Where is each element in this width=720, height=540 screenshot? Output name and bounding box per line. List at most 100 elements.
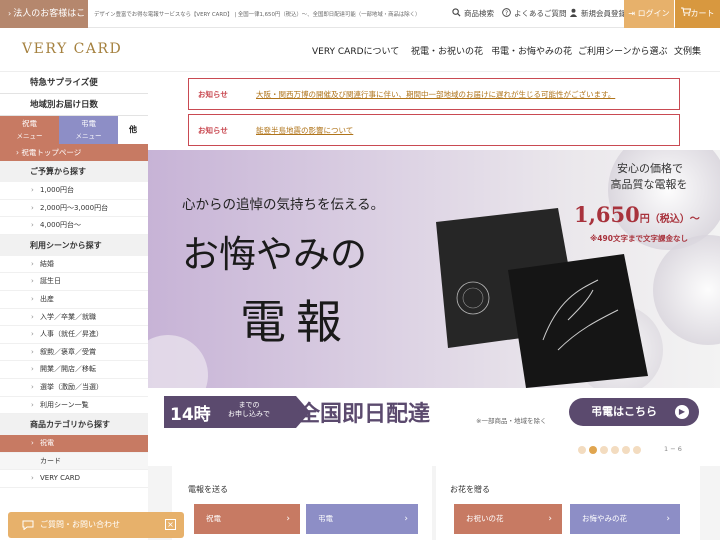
hero-title-line1: お悔やみの (182, 233, 367, 276)
register-link[interactable]: 新規会員登録 (569, 0, 626, 28)
sidebar-top-link[interactable]: › 祝電トップページ (0, 144, 148, 161)
tab-celebration[interactable]: 祝電 メニュー (0, 116, 59, 144)
site-header: VERY CARD VERY CARDについて 祝電・お祝いの花 弔電・お悔やみ… (0, 28, 720, 72)
chevron-right-icon: › (8, 9, 12, 18)
search-link-label: 商品検索 (464, 9, 494, 18)
banner-note: ※一部商品・地域を除く (476, 417, 547, 425)
send-flowers-heading: お花を贈る (450, 485, 490, 494)
sidebar-item-birthday[interactable]: 誕生日 (0, 273, 148, 291)
sidebar: 特急サプライズ便 地域別お届け日数 祝電 メニュー 弔電 メニュー 他 › 祝電トッ… (0, 72, 148, 540)
login-icon: ⇥ (628, 9, 638, 18)
hero-price-lead2: 高品質な電報を (610, 178, 688, 191)
faq-link-label: よくあるご質問 (514, 9, 567, 18)
carousel-dot[interactable] (600, 446, 608, 454)
top-bar: › 法人のお客様はこちら デザイン豊富でお得な電報サービスなら【VERY CARD… (0, 0, 720, 47)
sidebar-budget-heading: ご予算から探す (0, 161, 148, 182)
hero-title-line2: 電報 (240, 295, 352, 349)
chat-icon (22, 520, 34, 530)
sidebar-top-link-label: 祝電トップページ (21, 148, 82, 157)
nav-condolence[interactable]: 弔電・お悔やみの花 (491, 44, 572, 57)
hero-price-unit: 円（税込）〜 (639, 214, 700, 225)
sidebar-item-school[interactable]: 入学／卒業／就職 (0, 309, 148, 327)
sidebar-item-budget-1000[interactable]: 1,000円台 (0, 182, 148, 200)
close-icon[interactable]: × (165, 519, 176, 530)
sidebar-item-budget-4000[interactable]: 4,000円台〜 (0, 217, 148, 235)
hero-price-note: ※490文字まで文字課金なし (590, 234, 688, 243)
delivery-banner[interactable]: 14時 までの お申し込みで 全国即日配達 ※一部商品・地域を除く 弔電はこちら… (148, 388, 720, 440)
site-logo[interactable]: VERY CARD (22, 41, 122, 57)
condolence-button-label: 弔電 (318, 514, 333, 523)
login-button[interactable]: ⇥ ログイン (624, 0, 674, 28)
banner-hours-sub2: お申し込みで (228, 410, 270, 418)
notice-expo[interactable]: お知らせ 大阪・関西万博の開催及び関連行事に伴い、期間中一部地域のお届けに遅れが… (188, 78, 680, 110)
celebration-button-label: 祝電 (206, 514, 221, 523)
tagline: デザイン豊富でお得な電報サービスなら【VERY CARD】 | 全国一律1,65… (94, 12, 421, 18)
chevron-right-icon: › (666, 514, 670, 524)
search-icon (452, 8, 461, 17)
hero-catch: 心からの追悼の気持ちを伝える。 (182, 197, 385, 213)
notice-link[interactable]: 能登半島地震の影響について (256, 125, 353, 136)
svg-text:?: ? (505, 11, 508, 17)
carousel-dot[interactable] (622, 446, 630, 454)
sidebar-item-birth[interactable]: 出産 (0, 291, 148, 309)
sidebar-item-card[interactable]: カード (0, 452, 148, 471)
send-telegram-card: 電報を送る 祝電 › 弔電 › (172, 466, 432, 540)
celebration-button[interactable]: 祝電 › (194, 504, 300, 534)
search-link[interactable]: 商品検索 (452, 0, 494, 28)
arrow-right-icon: ▶ (675, 405, 689, 419)
sidebar-regional-days[interactable]: 地域別お届け日数 (0, 94, 148, 116)
carousel-dots (578, 446, 644, 457)
carousel-dot-active[interactable] (589, 446, 597, 454)
nav-celebration[interactable]: 祝電・お祝いの花 (411, 44, 483, 57)
chevron-right-icon: › (404, 514, 408, 524)
cart-button-label: カート (690, 9, 715, 18)
sidebar-item-personnel[interactable]: 人事（就任／昇進） (0, 326, 148, 344)
notice-link[interactable]: 大阪・関西万博の開催及び関連行事に伴い、期間中一部地域のお届けに遅れが生じる可能… (256, 89, 615, 100)
celebration-flower-button[interactable]: お祝いの花 › (454, 504, 562, 534)
carousel-dot[interactable] (611, 446, 619, 454)
sidebar-item-verycard[interactable]: VERY CARD (0, 470, 148, 488)
condolence-cta-label: 弔電はこちら (591, 405, 657, 418)
sidebar-item-budget-2000[interactable]: 2,000円〜3,000円台 (0, 200, 148, 218)
banner-hours-sub1: までの (238, 401, 260, 409)
carousel-dot[interactable] (578, 446, 586, 454)
corporate-link[interactable]: › 法人のお客様はこちら (0, 0, 88, 47)
cart-button[interactable]: カート (675, 0, 720, 28)
banner-hours: 14時 (170, 405, 211, 425)
notice-label: お知らせ (198, 90, 228, 99)
question-icon: ? (502, 8, 511, 17)
contact-button[interactable]: ご質問・お問い合わせ × (8, 512, 184, 538)
hero-banner[interactable]: 心からの追悼の気持ちを伝える。 お悔やみの 電報 安心の価格で 高品質な電報を … (148, 150, 720, 388)
tab-condolence-label: 弔電 (81, 119, 96, 128)
sidebar-item-award[interactable]: 叙勲／褒章／受賞 (0, 344, 148, 362)
nav-scenes[interactable]: ご利用シーンから選ぶ (578, 44, 668, 57)
carousel-pager: 1 − 6 (664, 445, 682, 453)
carousel-dot[interactable] (633, 446, 641, 454)
tab-condolence-sub: メニュー (75, 132, 102, 140)
chevron-right-icon: › (286, 514, 290, 524)
nav-about[interactable]: VERY CARDについて (312, 44, 399, 57)
condolence-flower-button[interactable]: お悔やみの花 › (570, 504, 680, 534)
condolence-cta-button[interactable]: 弔電はこちら ▶ (569, 398, 699, 426)
quick-links-section: 電報を送る 祝電 › 弔電 › お花を贈る お祝いの花 › お悔やみの花 › (148, 466, 720, 540)
banner-headline: 全国即日配達 (298, 402, 431, 427)
sidebar-item-celebration[interactable]: 祝電 (0, 435, 148, 453)
hero-price: 1,650円（税込）〜 (574, 202, 700, 227)
nav-examples[interactable]: 文例集 (674, 44, 701, 57)
sidebar-special-delivery[interactable]: 特急サプライズ便 (0, 72, 148, 94)
login-button-label: ログイン (637, 9, 670, 18)
condolence-button[interactable]: 弔電 › (306, 504, 418, 534)
sidebar-item-election[interactable]: 選挙（激励／当選） (0, 379, 148, 397)
notice-label: お知らせ (198, 126, 228, 135)
sidebar-category-heading: 商品カテゴリから探す (0, 414, 148, 436)
sidebar-item-scene-list[interactable]: 利用シーン一覧 (0, 397, 148, 415)
sidebar-item-opening[interactable]: 開業／開店／移転 (0, 361, 148, 379)
sidebar-item-wedding[interactable]: 結婚 (0, 256, 148, 274)
tab-condolence[interactable]: 弔電 メニュー (59, 116, 118, 144)
register-link-label: 新規会員登録 (581, 9, 626, 18)
tab-celebration-sub: メニュー (16, 132, 43, 140)
condolence-flower-label: お悔やみの花 (582, 514, 627, 523)
faq-link[interactable]: ? よくあるご質問 (502, 0, 567, 28)
notice-earthquake[interactable]: お知らせ 能登半島地震の影響について (188, 114, 680, 146)
tab-other[interactable]: 他 (118, 116, 148, 144)
